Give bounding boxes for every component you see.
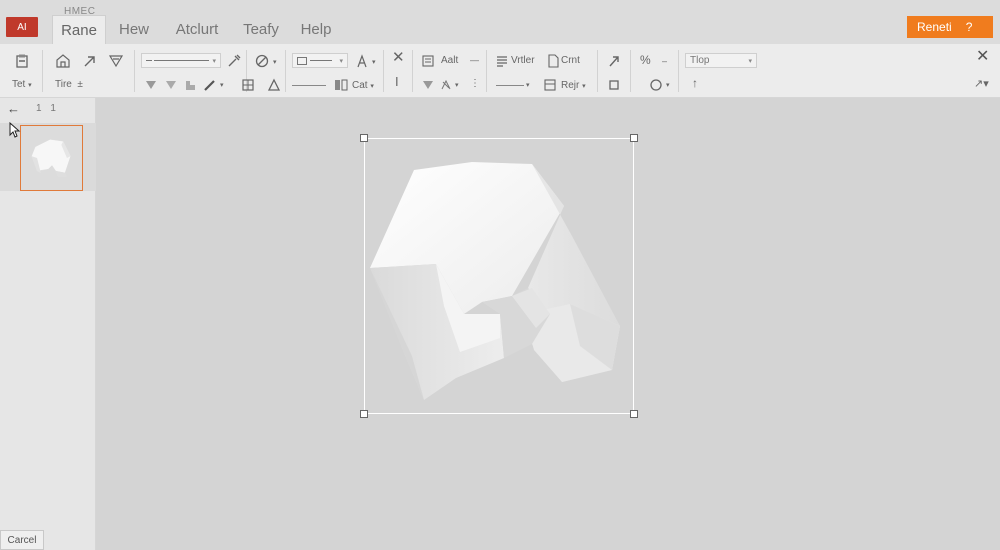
back-arrow-icon[interactable]: ← (7, 101, 20, 116)
tab-view[interactable]: Hew (112, 15, 156, 44)
align-more[interactable]: — (470, 54, 479, 66)
dash-icon[interactable]: – (662, 55, 667, 67)
resize-handle-top-left[interactable] (360, 134, 368, 142)
table-icon[interactable] (542, 77, 558, 93)
no-fill-caret[interactable]: ▾ (273, 57, 277, 69)
percent-icon[interactable]: % (640, 54, 651, 66)
square-icon[interactable] (606, 77, 622, 93)
spacing-line[interactable] (496, 85, 524, 86)
ribbon-separator (134, 50, 135, 92)
slides-panel: ← 1 1 (0, 98, 96, 550)
text-outline-caret[interactable]: ▾ (372, 57, 376, 69)
title-bar: AI HMEC Rane Hew Atclurt Teafy Help Rene… (0, 0, 1000, 44)
ribbon-separator (597, 50, 598, 92)
arrow-shape-icon[interactable] (82, 53, 98, 69)
tab-tools[interactable]: Teafy (236, 15, 286, 44)
fill-down-3-icon[interactable] (420, 77, 436, 93)
page-numbers: 1 1 (36, 103, 59, 114)
ribbon-separator (678, 50, 679, 92)
tab-account[interactable]: Atclurt (168, 15, 226, 44)
no-fill-icon[interactable] (254, 53, 270, 69)
vertical-label[interactable]: Vrtler (511, 55, 535, 67)
thumbnail-shape-icon (30, 139, 71, 177)
ribbon-separator (285, 50, 286, 92)
eyedropper-icon[interactable] (226, 53, 242, 69)
help-icon[interactable]: ? (966, 20, 973, 34)
pointer-arrow-icon[interactable] (606, 53, 622, 69)
pen-dropdown-caret[interactable]: ▾ (220, 80, 224, 92)
accent-action-label: Reneti (917, 20, 952, 34)
accent-action-button[interactable]: Reneti ? (907, 16, 993, 38)
line-weight-sample[interactable] (292, 85, 326, 86)
ribbon-separator (42, 50, 43, 92)
border-style-dropdown[interactable]: ▾ (292, 53, 348, 68)
stair-shape-icon[interactable] (183, 77, 199, 93)
align-label[interactable]: Aalt (441, 55, 458, 67)
paste-icon[interactable] (14, 53, 30, 69)
resize-handle-bottom-left[interactable] (360, 410, 368, 418)
shape-type-label[interactable]: Tire ± (55, 79, 83, 91)
ribbon-toolbar: Tet ▾ Tire ± ▾ ▾ ▾ ▾ ▾ Cat ▾ ✕ I Aalt — … (0, 44, 1000, 98)
tab-help[interactable]: Help (296, 15, 336, 44)
reject-label[interactable]: Rejr ▾ (561, 80, 586, 93)
circle-caret[interactable]: ▾ (666, 80, 670, 92)
ribbon-options-icon[interactable]: ↗▾ (974, 78, 989, 90)
ribbon-separator (486, 50, 487, 92)
close-ribbon-icon[interactable]: ✕ (976, 49, 989, 65)
close-shape-icon[interactable]: ✕ (392, 50, 405, 65)
text-outline-icon[interactable] (354, 53, 370, 69)
fill-down-icon[interactable] (143, 77, 159, 93)
ribbon-separator (630, 50, 631, 92)
resize-handle-bottom-right[interactable] (630, 410, 638, 418)
spacing-caret[interactable]: ▾ (526, 80, 530, 92)
align-list-icon[interactable] (420, 53, 436, 69)
cat-label[interactable]: Cat ▾ (352, 80, 374, 93)
text-box-icon[interactable] (494, 53, 510, 69)
document-icon[interactable] (545, 53, 561, 69)
more-menu-icon[interactable]: ⋮ (470, 78, 480, 90)
grid-icon[interactable] (240, 77, 256, 93)
current-label[interactable]: Crnt (561, 55, 580, 67)
text-cursor-icon[interactable]: I (395, 75, 399, 88)
columns-icon[interactable] (333, 77, 349, 93)
ribbon-separator (412, 50, 413, 92)
sparkle-icon[interactable] (438, 77, 454, 93)
resize-handle-top-right[interactable] (630, 134, 638, 142)
triangle-shape-icon[interactable] (108, 53, 124, 69)
cancel-button[interactable]: Carcel (0, 530, 44, 550)
sparkle-caret[interactable]: ▾ (455, 80, 459, 92)
slide-thumbnail[interactable] (20, 125, 83, 191)
line-style-dropdown[interactable]: ▾ (141, 53, 221, 68)
app-logo[interactable]: AI (6, 17, 38, 37)
triangle-outline-icon[interactable] (266, 77, 282, 93)
selection-box (364, 138, 634, 414)
ribbon-separator (383, 50, 384, 92)
fill-down-2-icon[interactable] (163, 77, 179, 93)
pin-icon[interactable]: ↑ (692, 77, 698, 89)
tab-home[interactable]: Rane (52, 15, 106, 44)
mouse-cursor-icon (9, 122, 21, 138)
house-shape-icon[interactable] (55, 53, 71, 69)
paste-label[interactable]: Tet ▾ (12, 79, 32, 92)
layer-dropdown[interactable]: Tlop ▾ (685, 53, 757, 68)
circle-icon[interactable] (648, 77, 664, 93)
pen-icon[interactable] (202, 77, 218, 93)
